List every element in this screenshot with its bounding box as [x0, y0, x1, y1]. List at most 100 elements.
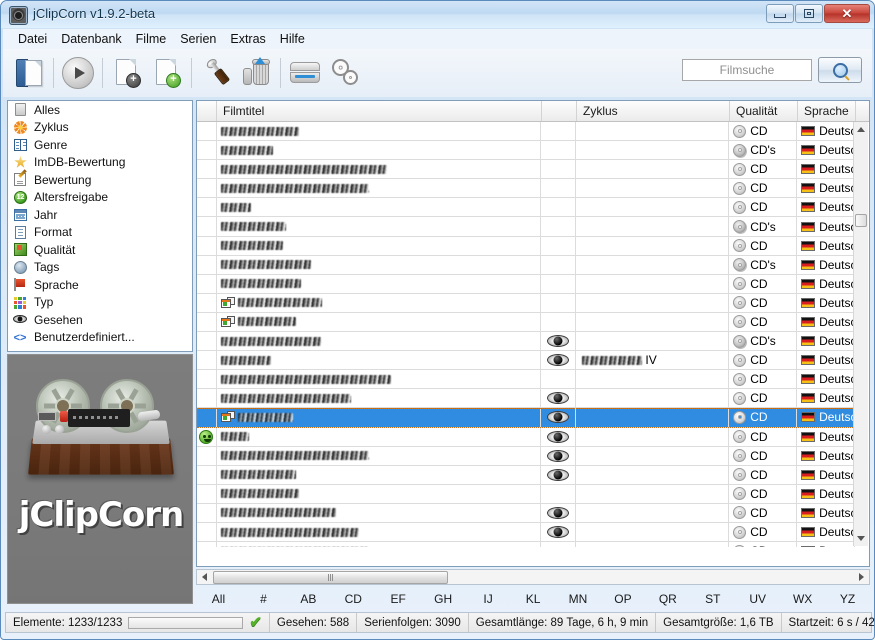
search-button[interactable]: [818, 57, 862, 83]
scroll-down-button[interactable]: [854, 531, 868, 546]
column-header-sprache[interactable]: Sprache: [798, 101, 856, 121]
restore-button[interactable]: [795, 4, 823, 23]
horizontal-scroll-thumb[interactable]: [213, 571, 448, 584]
sidebar-item-typ[interactable]: Typ: [8, 294, 192, 312]
sidebar-item-label: Tags: [34, 260, 59, 274]
table-header: Filmtitel Zyklus Qualität Sprache: [197, 101, 869, 122]
settings-button[interactable]: [325, 52, 365, 94]
table-row[interactable]: CDDeutsch: [197, 313, 855, 332]
row-seen-cell: [541, 485, 576, 503]
sidebar-item-tags[interactable]: Tags: [8, 259, 192, 277]
search-input[interactable]: [682, 59, 812, 81]
tools-button[interactable]: [196, 52, 236, 94]
alphabet-filter-item[interactable]: All: [196, 592, 241, 606]
table-row[interactable]: CDDeutsch: [197, 542, 855, 547]
table-row[interactable]: CDDeutsch: [197, 179, 855, 198]
table-row[interactable]: CDDeutsch: [197, 447, 855, 466]
row-seen-cell: [541, 428, 576, 446]
alphabet-filter-item[interactable]: AB: [286, 592, 331, 606]
alphabet-filter-item[interactable]: #: [241, 592, 286, 606]
menu-datei[interactable]: Datei: [11, 30, 54, 48]
table-row[interactable]: CDDeutsch: [197, 485, 855, 504]
alphabet-filter-item[interactable]: QR: [645, 592, 690, 606]
horizontal-scrollbar[interactable]: [196, 569, 870, 585]
sidebar-item-alles[interactable]: Alles: [8, 101, 192, 119]
table-row[interactable]: CDDeutsch: [197, 523, 855, 542]
menu-extras[interactable]: Extras: [223, 30, 272, 48]
table-row[interactable]: CDDeutsch: [197, 160, 855, 179]
menu-filme[interactable]: Filme: [129, 30, 174, 48]
sidebar-item-zyklus[interactable]: Zyklus: [8, 119, 192, 137]
scanner-button[interactable]: [285, 52, 325, 94]
row-qualitaet-cell: CD: [729, 294, 797, 312]
row-qualitaet-label: CD: [750, 239, 767, 253]
alphabet-filter-item[interactable]: YZ: [825, 592, 870, 606]
row-qualitaet-cell: CD's: [729, 332, 797, 350]
table-row[interactable]: CD'sDeutsch: [197, 141, 855, 160]
table-row[interactable]: CDDeutsch: [197, 389, 855, 408]
sidebar-item-imdb-bewertung[interactable]: ImDB-Bewertung: [8, 154, 192, 172]
column-header-zyklus[interactable]: Zyklus: [577, 101, 730, 121]
column-header-icon[interactable]: [197, 101, 217, 121]
minimize-button[interactable]: [766, 4, 794, 23]
table-row[interactable]: CDDeutsch: [197, 294, 855, 313]
play-button[interactable]: [58, 52, 98, 94]
vertical-scroll-thumb[interactable]: [855, 214, 867, 227]
table-row[interactable]: CDDeutsch: [197, 504, 855, 523]
table-row[interactable]: IVCDDeutsch: [197, 351, 855, 370]
alphabet-filter-item[interactable]: MN: [556, 592, 601, 606]
column-header-qualitaet[interactable]: Qualität: [730, 101, 798, 121]
row-zyklus-cell: IV: [576, 351, 729, 369]
row-sprache-cell: Deutsch: [797, 504, 855, 522]
sidebar-item-gesehen[interactable]: Gesehen: [8, 311, 192, 329]
vertical-scrollbar[interactable]: [853, 122, 868, 546]
scroll-up-button[interactable]: [854, 122, 868, 137]
sidebar-item-format[interactable]: Format: [8, 224, 192, 242]
alphabet-filter-item[interactable]: GH: [421, 592, 466, 606]
alphabet-filter-item[interactable]: IJ: [466, 592, 511, 606]
menu-datenbank[interactable]: Datenbank: [54, 30, 128, 48]
alphabet-filter-item[interactable]: WX: [780, 592, 825, 606]
scroll-left-button[interactable]: [197, 570, 211, 584]
row-sprache-cell: Deutsch: [797, 389, 855, 407]
table-row[interactable]: CD'sDeutsch: [197, 217, 855, 236]
table-row[interactable]: CDDeutsch: [197, 198, 855, 217]
table-row[interactable]: CDDeutsch: [197, 275, 855, 294]
sidebar-item-jahr[interactable]: Jahr: [8, 206, 192, 224]
sidebar-item-bewertung[interactable]: Bewertung: [8, 171, 192, 189]
eye-icon: [547, 354, 569, 366]
alphabet-filter-item[interactable]: EF: [376, 592, 421, 606]
open-library-button[interactable]: [9, 52, 49, 94]
alphabet-filter-item[interactable]: CD: [331, 592, 376, 606]
menu-serien[interactable]: Serien: [173, 30, 223, 48]
sidebar-item-qualit-t[interactable]: Qualität: [8, 241, 192, 259]
sidebar-item-altersfreigabe[interactable]: 12Altersfreigabe: [8, 189, 192, 207]
table-row[interactable]: CD'sDeutsch: [197, 256, 855, 275]
add-movie-button[interactable]: +: [107, 52, 147, 94]
table-row[interactable]: CDDeutsch: [197, 122, 855, 141]
type-grid-icon: [13, 295, 28, 310]
row-sprache-label: Deutsch: [819, 353, 855, 367]
table-row[interactable]: CDDeutsch: [197, 408, 855, 427]
alphabet-filter-item[interactable]: OP: [600, 592, 645, 606]
alphabet-filter-item[interactable]: KL: [511, 592, 556, 606]
table-row[interactable]: CDDeutsch: [197, 237, 855, 256]
menu-hilfe[interactable]: Hilfe: [273, 30, 312, 48]
row-sprache-cell: Deutsch: [797, 332, 855, 350]
add-series-button[interactable]: +: [147, 52, 187, 94]
german-flag-icon: [801, 412, 815, 422]
table-row[interactable]: CD'sDeutsch: [197, 332, 855, 351]
column-header-seen[interactable]: [542, 101, 577, 121]
alphabet-filter-item[interactable]: UV: [735, 592, 780, 606]
close-button[interactable]: ✕: [824, 4, 870, 23]
sidebar-item-genre[interactable]: Genre: [8, 136, 192, 154]
column-header-filmtitel[interactable]: Filmtitel: [217, 101, 542, 121]
table-row[interactable]: CDDeutsch: [197, 370, 855, 389]
sidebar-item-benutzerdefiniert[interactable]: <>Benutzerdefiniert...: [8, 329, 192, 347]
sidebar-item-sprache[interactable]: Sprache: [8, 276, 192, 294]
scroll-right-button[interactable]: [854, 570, 868, 584]
alphabet-filter-item[interactable]: ST: [690, 592, 735, 606]
table-row[interactable]: CDDeutsch: [197, 428, 855, 447]
table-row[interactable]: CDDeutsch: [197, 466, 855, 485]
cleanup-button[interactable]: [236, 52, 276, 94]
